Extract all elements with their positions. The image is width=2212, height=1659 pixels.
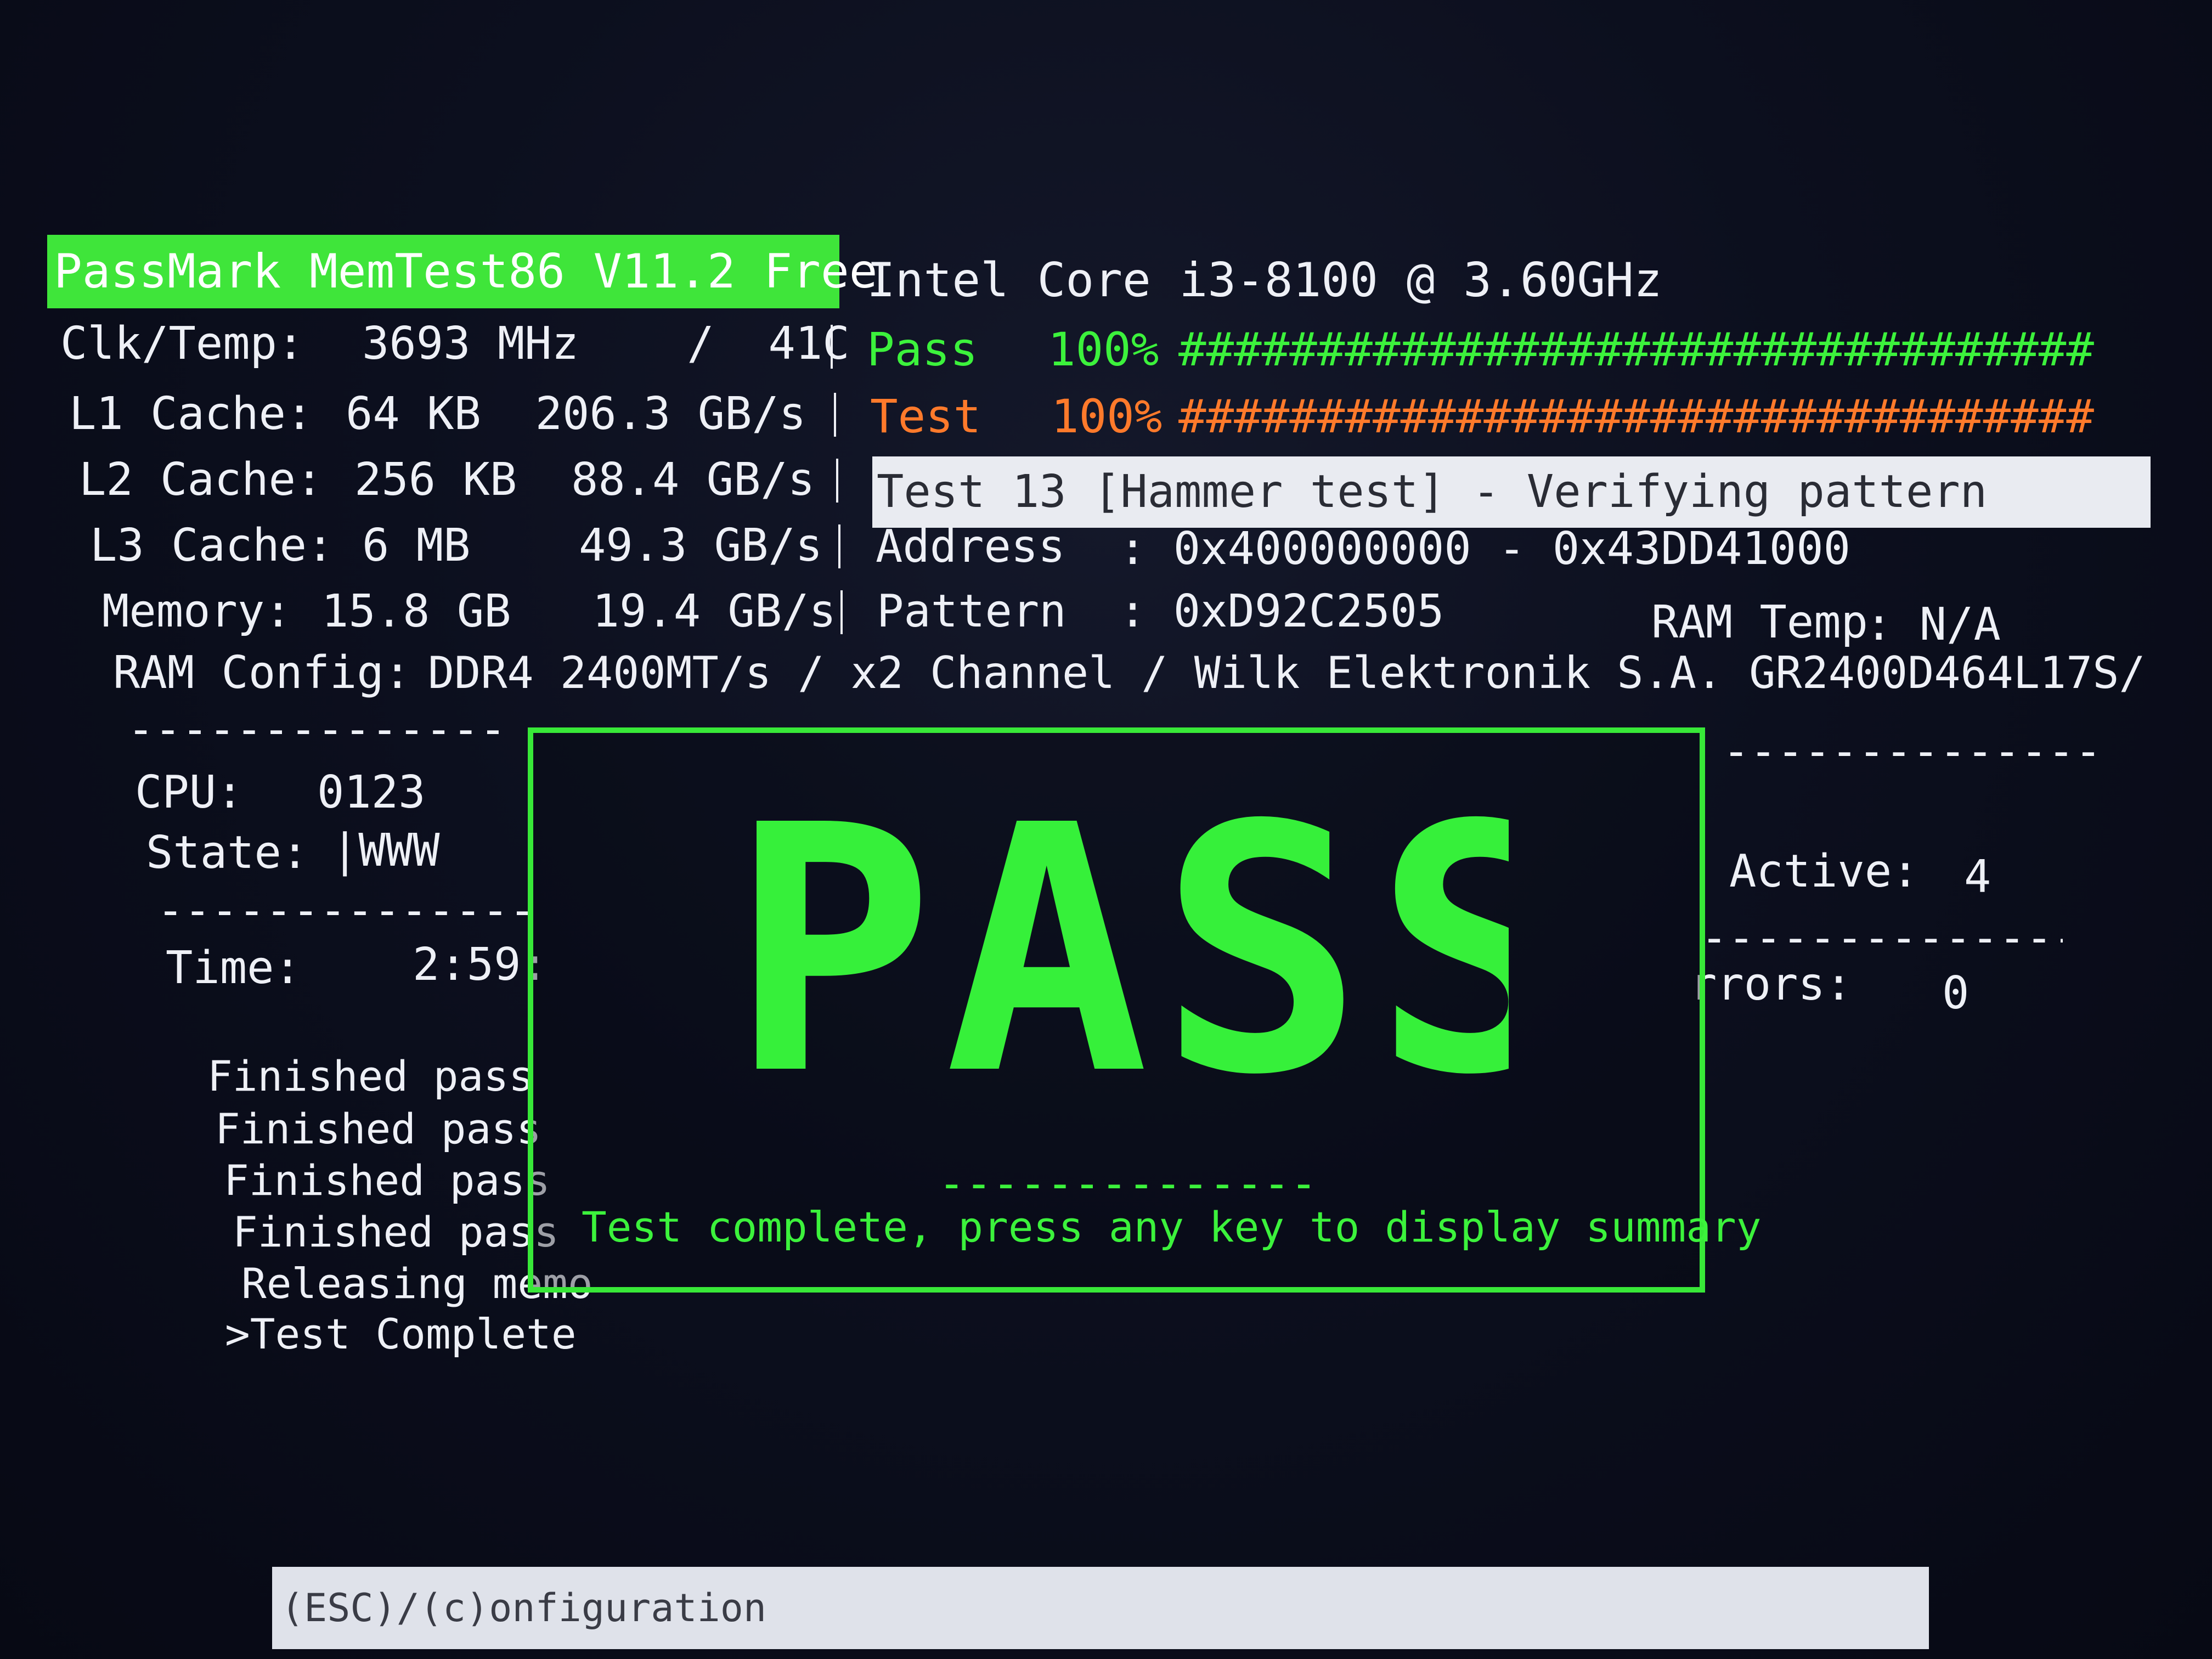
column-separator — [834, 393, 836, 437]
errors-label: rrors: — [1690, 958, 1853, 1011]
cpu-name: Intel Core i3-8100 @ 3.60GHz — [867, 253, 1662, 308]
column-separator — [831, 325, 833, 369]
log-line: Finished pass — [215, 1104, 541, 1153]
test-progress-percent: 100% — [1051, 390, 1163, 443]
active-label: Active: — [1729, 845, 1919, 898]
l1-cache-value: 64 KB 206.3 GB/s — [346, 388, 806, 440]
log-line: >Test Complete — [225, 1310, 577, 1358]
pattern-label: Pattern — [877, 585, 1066, 637]
memory-value: 15.8 GB 19.4 GB/s — [321, 585, 836, 637]
cpu-value: 0123 — [317, 766, 426, 819]
test-progress-bar: ################################# — [1178, 390, 2094, 443]
result-message: Test complete, press any key to display … — [582, 1203, 1762, 1251]
log-line: Finished pass — [233, 1207, 559, 1256]
test-progress-label: Test — [870, 390, 981, 443]
cpu-label: CPU: — [135, 766, 244, 819]
column-separator — [838, 524, 840, 568]
l3-cache-value: 6 MB 49.3 GB/s — [362, 520, 823, 572]
l2-cache-value: 256 KB 88.4 GB/s — [354, 454, 815, 506]
column-separator — [836, 459, 838, 503]
clk-temp-label: Clk/Temp: — [60, 318, 304, 370]
footer-hint-bar[interactable]: (ESC)/(c)onfiguration — [272, 1567, 1929, 1649]
address-value: : 0x400000000 - 0x43DD41000 — [1119, 523, 1850, 575]
l3-cache-label: L3 Cache: — [90, 520, 334, 572]
pass-progress-bar: ################################# — [1178, 323, 2094, 376]
log-line: Finished pass — [207, 1052, 534, 1101]
l2-cache-label: L2 Cache: — [79, 454, 323, 506]
time-label: Time: — [166, 942, 301, 994]
ram-config-label: RAM Config: — [113, 647, 411, 699]
ram-temp-label: RAM Temp — [1651, 596, 1868, 648]
state-value: |WWW — [331, 825, 440, 877]
pattern-value: : 0xD92C2505 — [1119, 585, 1444, 637]
active-value: 4 — [1964, 851, 1991, 903]
pass-progress-percent: 100% — [1048, 323, 1159, 376]
address-label: Address — [876, 521, 1065, 573]
column-separator — [840, 590, 843, 634]
divider: -------------------- — [1723, 735, 2096, 768]
divider: -------------------- — [1701, 922, 2063, 955]
log-line: Finished pass — [224, 1156, 550, 1205]
clk-temp-value: 3693 MHz / 41C — [362, 318, 850, 370]
l1-cache-label: L1 Cache: — [69, 388, 313, 440]
app-title-bar: PassMark MemTest86 V11.2 Free — [47, 235, 878, 308]
state-label: State: — [146, 827, 309, 879]
memory-label: Memory: — [102, 585, 292, 637]
pass-result-text: PASS — [730, 790, 1509, 1114]
divider: -------------------- — [157, 894, 528, 927]
divider: -------------------- — [127, 713, 511, 746]
pass-progress-label: Pass — [867, 323, 978, 376]
ram-temp-value: : N/A — [1865, 599, 2001, 651]
errors-value: 0 — [1942, 967, 1970, 1019]
